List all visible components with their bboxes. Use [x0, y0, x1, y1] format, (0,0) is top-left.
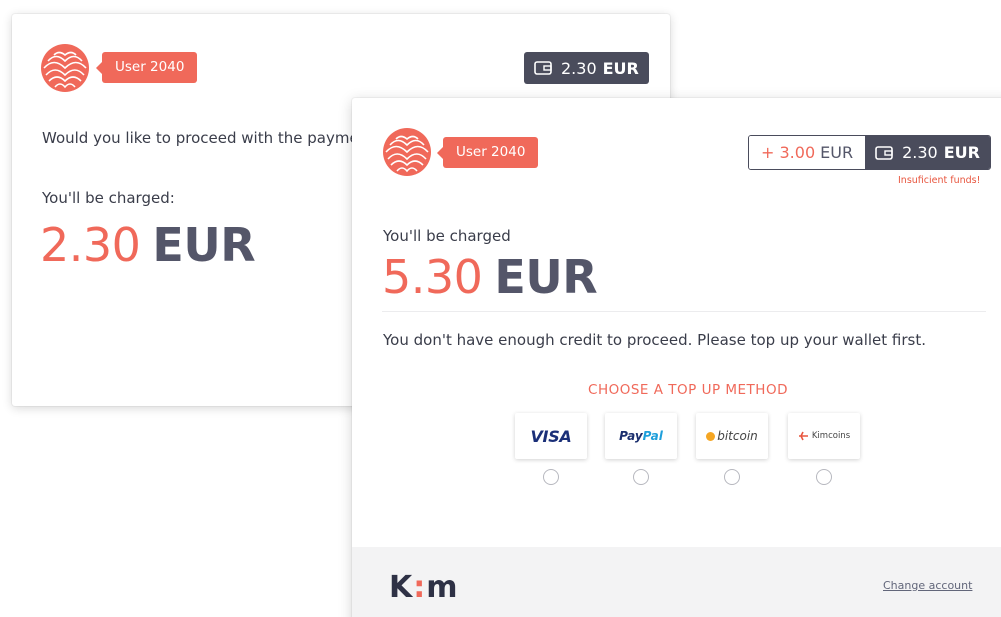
- paypal-logo-part2: Pal: [642, 429, 663, 443]
- user-tag: User 2040: [95, 52, 198, 83]
- radio-visa[interactable]: [543, 469, 559, 485]
- radio-paypal[interactable]: [633, 469, 649, 485]
- wallet-icon: [875, 145, 893, 160]
- paypal-logo-icon: PayPal: [619, 429, 663, 443]
- proceed-question: Would you like to proceed with the payme: [42, 129, 359, 147]
- insufficient-credit-message: You don't have enough credit to proceed.…: [383, 331, 927, 349]
- method-kimcoins[interactable]: Kimcoins: [788, 413, 860, 459]
- waves-logo-icon: [383, 128, 431, 176]
- topup-amount-button[interactable]: + 3.00 EUR: [749, 136, 866, 169]
- wallet-amount: 2.30: [561, 58, 597, 78]
- kim-brand-logo: K:m: [389, 570, 459, 605]
- wallet-topup-group: + 3.00 EUR 2.30 EUR: [748, 135, 991, 170]
- wallet-icon: [534, 61, 552, 75]
- kimcoins-label: Kimcoins: [811, 431, 851, 441]
- insufficient-funds-warning: Insuficient funds!: [898, 175, 981, 186]
- wallet-currency: EUR: [943, 143, 980, 162]
- charge-label: You'll be charged:: [42, 189, 175, 207]
- payment-card-front: User 2040 + 3.00 EUR 2.30 EUR Insuficien…: [352, 98, 1001, 617]
- wallet-amount: 2.30: [902, 143, 938, 162]
- choose-topup-title: CHOOSE A TOP UP METHOD: [588, 382, 788, 398]
- charge-amount-currency: EUR: [494, 250, 598, 304]
- footer: K:m Change account: [352, 547, 1001, 617]
- charge-amount-currency: EUR: [152, 218, 256, 272]
- charge-amount-value: 5.30: [382, 250, 483, 304]
- wallet-currency: EUR: [602, 58, 639, 78]
- topup-currency: EUR: [820, 143, 854, 162]
- wallet-balance[interactable]: 2.30 EUR: [524, 52, 649, 84]
- radio-bitcoin[interactable]: [724, 469, 740, 485]
- charge-amount-value: 2.30: [40, 218, 141, 272]
- kimcoins-mark-icon: [798, 431, 808, 441]
- brand-colon: :: [413, 570, 427, 605]
- user-tag: User 2040: [436, 137, 539, 168]
- bitcoin-logo-icon: bitcoin: [706, 429, 758, 443]
- divider: [382, 311, 986, 312]
- brand-m: m: [426, 570, 459, 605]
- bitcoin-coin-icon: [706, 431, 716, 441]
- topup-amount: + 3.00: [761, 143, 816, 162]
- change-account-link[interactable]: Change account: [883, 579, 972, 592]
- brand-k: K: [389, 570, 414, 605]
- method-paypal[interactable]: PayPal: [605, 413, 677, 459]
- wallet-balance[interactable]: 2.30 EUR: [865, 136, 990, 169]
- waves-logo-icon: [41, 44, 89, 92]
- charge-amount: 2.30 EUR: [40, 222, 256, 268]
- radio-kimcoins[interactable]: [816, 469, 832, 485]
- method-visa[interactable]: VISA: [515, 413, 587, 459]
- charge-label: You'll be charged: [383, 227, 511, 245]
- method-bitcoin[interactable]: bitcoin: [696, 413, 768, 459]
- kimcoins-logo-icon: Kimcoins: [798, 431, 850, 441]
- visa-logo-icon: VISA: [530, 426, 572, 446]
- charge-amount: 5.30 EUR: [382, 254, 598, 300]
- paypal-logo-part1: Pay: [619, 429, 643, 443]
- bitcoin-label: bitcoin: [717, 429, 758, 443]
